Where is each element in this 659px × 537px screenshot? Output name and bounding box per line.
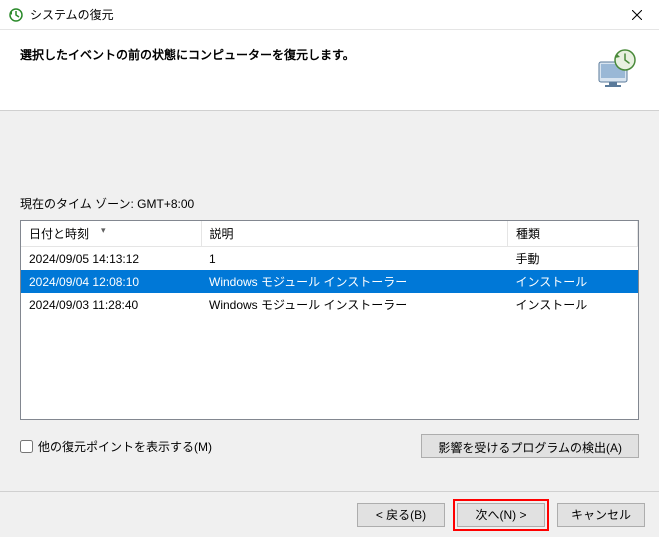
footer: < 戻る(B) 次へ(N) > キャンセル [0, 491, 659, 537]
column-header-description[interactable]: 説明 [201, 221, 508, 247]
restore-hero-icon [591, 44, 639, 92]
column-header-type[interactable]: 種類 [508, 221, 638, 247]
column-header-date[interactable]: 日付と時刻 ▾ [21, 221, 201, 247]
close-icon [632, 10, 642, 20]
column-header-description-label: 説明 [210, 227, 234, 241]
cancel-button[interactable]: キャンセル [557, 503, 645, 527]
show-more-label: 他の復元ポイントを表示する(M) [38, 438, 212, 455]
close-button[interactable] [614, 0, 659, 30]
table-cell-date: 2024/09/05 14:13:12 [21, 247, 201, 271]
table-cell-desc: Windows モジュール インストーラー [201, 270, 508, 293]
table-cell-type: 手動 [508, 247, 638, 271]
show-more-checkbox[interactable] [20, 440, 33, 453]
table-cell-date: 2024/09/04 12:08:10 [21, 270, 201, 293]
header-text: 選択したイベントの前の状態にコンピューターを復元します。 [20, 44, 581, 63]
header-area: 選択したイベントの前の状態にコンピューターを復元します。 [0, 30, 659, 110]
show-more-checkbox-wrap[interactable]: 他の復元ポイントを表示する(M) [20, 438, 421, 455]
window-title: システムの復元 [30, 6, 614, 23]
sort-descending-icon: ▾ [101, 225, 106, 236]
table-cell-desc: Windows モジュール インストーラー [201, 293, 508, 316]
restore-points-table: 日付と時刻 ▾ 説明 種類 2024/09/05 14:13:121手動2024… [20, 220, 639, 420]
back-button[interactable]: < 戻る(B) [357, 503, 445, 527]
column-header-type-label: 種類 [516, 227, 540, 241]
system-restore-icon [8, 7, 24, 23]
content-area: 現在のタイム ゾーン: GMT+8:00 日付と時刻 ▾ 説明 種類 2024 [0, 111, 659, 491]
timezone-label: 現在のタイム ゾーン: GMT+8:00 [20, 195, 639, 212]
table-row[interactable]: 2024/09/03 11:28:40Windows モジュール インストーラー… [21, 293, 638, 316]
column-header-date-label: 日付と時刻 [29, 227, 89, 241]
next-button[interactable]: 次へ(N) > [457, 503, 545, 527]
table-cell-type: インストール [508, 270, 638, 293]
below-table-row: 他の復元ポイントを表示する(M) 影響を受けるプログラムの検出(A) [20, 434, 639, 458]
table-row[interactable]: 2024/09/04 12:08:10Windows モジュール インストーラー… [21, 270, 638, 293]
scan-affected-button[interactable]: 影響を受けるプログラムの検出(A) [421, 434, 639, 458]
table-cell-date: 2024/09/03 11:28:40 [21, 293, 201, 316]
table-row[interactable]: 2024/09/05 14:13:121手動 [21, 247, 638, 271]
titlebar: システムの復元 [0, 0, 659, 30]
table-cell-type: インストール [508, 293, 638, 316]
table-cell-desc: 1 [201, 247, 508, 271]
